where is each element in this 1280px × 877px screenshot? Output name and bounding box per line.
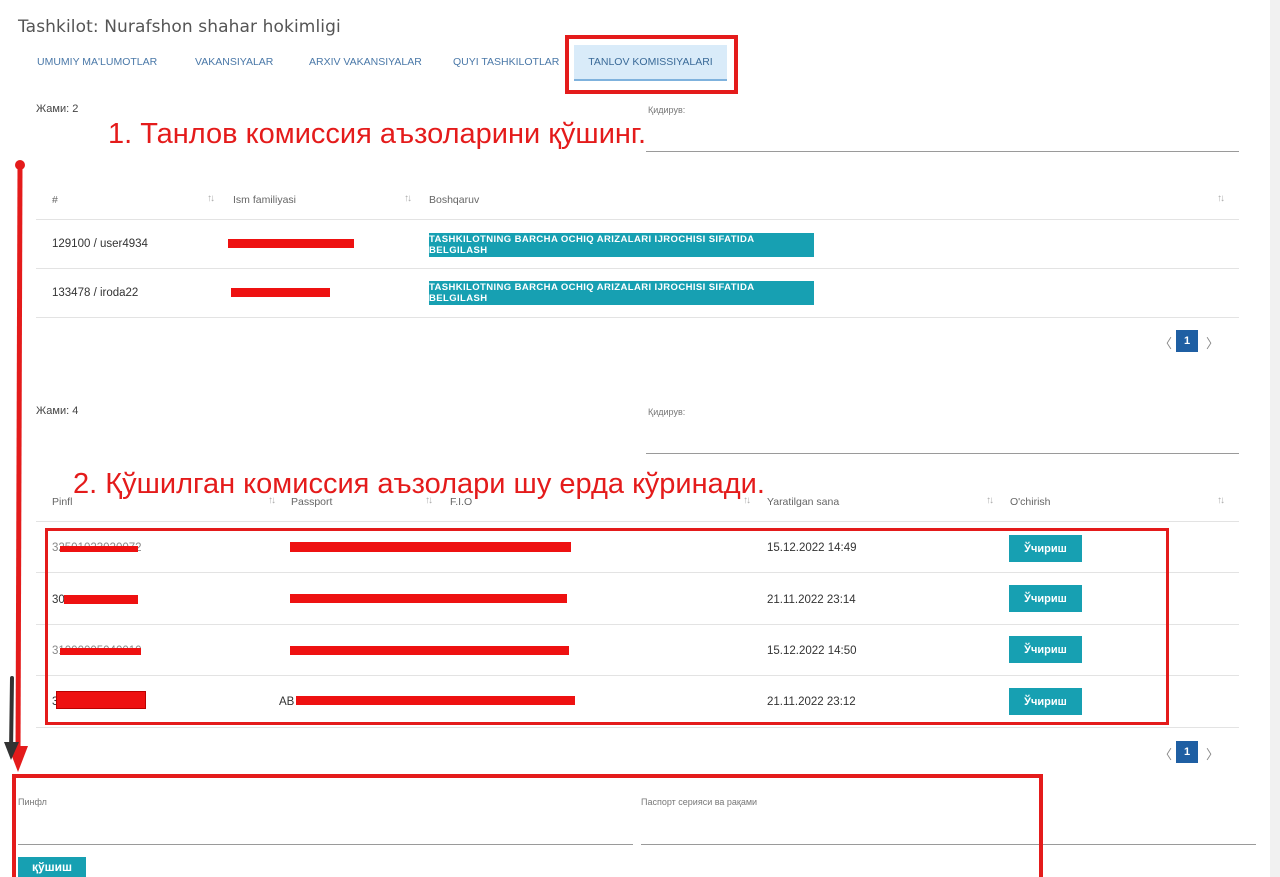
- tab-archive-vacancies[interactable]: ARXIV VAKANSIYALAR: [309, 56, 422, 68]
- pagination-page[interactable]: 1: [1176, 741, 1198, 763]
- table-divider: [36, 521, 1239, 522]
- users-total-label: Жами: 2: [36, 103, 79, 115]
- col-header-created[interactable]: Yaratilgan sana: [767, 496, 839, 508]
- annotation-step-2: 2. Қўшилган комиссия аъзолари шу ерда кў…: [73, 468, 765, 500]
- col-header-delete[interactable]: O'chirish: [1010, 496, 1051, 508]
- black-arrow-icon: [4, 676, 19, 760]
- members-total-label: Жами: 4: [36, 405, 79, 417]
- col-header-pinfl[interactable]: Pinfl: [52, 496, 72, 508]
- chevron-right-icon[interactable]: 〉: [1206, 744, 1219, 763]
- annotation-box-tab: [565, 35, 738, 94]
- user-id-cell: 129100 / user4934: [52, 238, 148, 250]
- table-row-divider: [36, 727, 1239, 728]
- table-row-divider: [36, 317, 1239, 318]
- tab-sub-organizations[interactable]: QUYI TASHKILOTLAR: [453, 56, 559, 68]
- assign-executor-button[interactable]: TASHKILOTNING BARCHA OCHIQ ARIZALARI IJR…: [429, 281, 814, 305]
- sort-icon[interactable]: ↑↓: [207, 193, 215, 204]
- sort-icon[interactable]: ↑↓: [986, 495, 994, 506]
- annotation-box-add-form: [12, 774, 1043, 877]
- users-search-label: Қидирув:: [648, 105, 686, 115]
- sort-icon[interactable]: ↑↓: [1217, 495, 1225, 506]
- col-header-management[interactable]: Boshqaruv: [429, 194, 479, 206]
- sort-icon[interactable]: ↑↓: [404, 193, 412, 204]
- table-divider: [36, 219, 1239, 220]
- page-title: Tashkilot: Nurafshon shahar hokimligi: [18, 17, 341, 37]
- assign-executor-button[interactable]: TASHKILOTNING BARCHA OCHIQ ARIZALARI IJR…: [429, 233, 814, 257]
- col-header-number[interactable]: #: [52, 194, 58, 206]
- members-search-input[interactable]: [646, 453, 1239, 454]
- redaction-mark: [228, 239, 354, 248]
- pagination-page[interactable]: 1: [1176, 330, 1198, 352]
- users-search-input[interactable]: [646, 151, 1239, 152]
- table-row-divider: [36, 268, 1239, 269]
- chevron-left-icon[interactable]: 〈: [1159, 333, 1172, 352]
- user-id-cell: 133478 / iroda22: [52, 287, 139, 299]
- annotation-box-members: [45, 528, 1169, 725]
- tab-general-info[interactable]: UMUMIY MA'LUMOTLAR: [37, 56, 157, 68]
- redaction-mark: [231, 288, 330, 297]
- chevron-right-icon[interactable]: 〉: [1206, 333, 1219, 352]
- tab-vacancies[interactable]: VAKANSIYALAR: [195, 56, 273, 68]
- annotation-step-1: 1. Танлов комиссия аъзоларини қўшинг.: [108, 118, 647, 150]
- members-search-label: Қидирув:: [648, 407, 686, 417]
- chevron-left-icon[interactable]: 〈: [1159, 744, 1172, 763]
- col-header-name[interactable]: Ism familiyasi: [233, 194, 296, 206]
- sort-icon[interactable]: ↑↓: [1217, 193, 1225, 204]
- scrollbar-track[interactable]: [1270, 0, 1280, 877]
